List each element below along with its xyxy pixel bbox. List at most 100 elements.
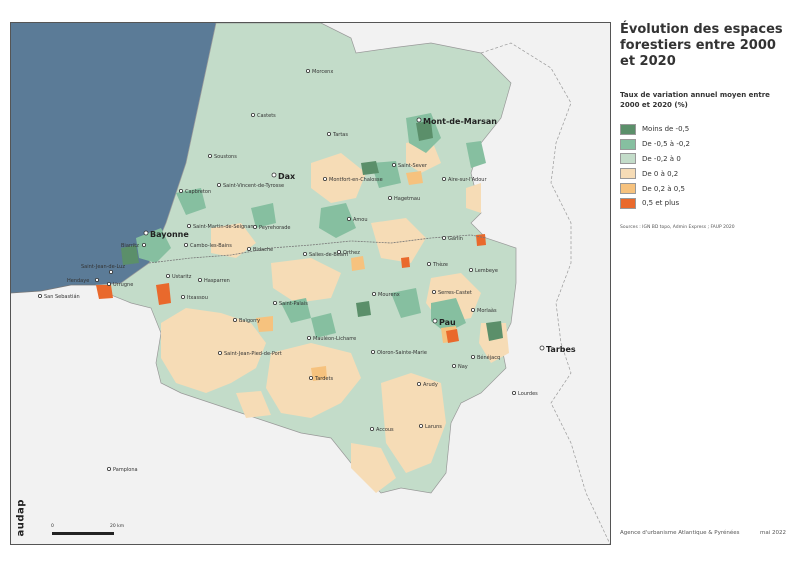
city-label: Saint-Palais [279, 301, 308, 307]
city-marker [37, 293, 42, 298]
city-marker [141, 242, 146, 247]
city-label: Itxassou [187, 295, 208, 301]
city-label: Bidache [253, 247, 273, 253]
city-marker [143, 230, 149, 236]
city-label: Castets [257, 113, 276, 119]
legend-swatch [620, 168, 636, 180]
city-marker [387, 195, 392, 200]
city-label: Saint-Jean-de-Luz [81, 264, 125, 270]
city-marker [165, 273, 170, 278]
city-label: Amou [353, 217, 368, 223]
map-frame: Morcenx Castets Tartas Mont-de-Marsan So… [10, 22, 611, 545]
legend-item: Moins de -0,5 [620, 122, 795, 137]
city-marker [180, 294, 185, 299]
city-label: Pau [439, 318, 456, 327]
city-marker [107, 281, 112, 286]
city-label: Aire-sur-l'Adour [448, 177, 487, 183]
city-label: Lourdes [518, 391, 538, 397]
forest-change-map: Morcenx Castets Tartas Mont-de-Marsan So… [11, 23, 610, 544]
city-label: Cambo-les-Bains [190, 243, 232, 249]
city-label: Oloron-Sainte-Marie [377, 350, 427, 356]
city-marker [432, 318, 438, 324]
city-label: San Sebastián [44, 293, 80, 300]
legend-item: De 0 à 0,2 [620, 166, 795, 181]
city-label: Arudy [423, 382, 438, 388]
city-label: Nay [458, 364, 468, 370]
city-marker [186, 223, 191, 228]
city-label: Morlaàs [477, 307, 497, 314]
city-label: Capbreton [185, 189, 211, 195]
footer-date: mai 2022 [760, 530, 787, 536]
city-marker [416, 381, 421, 386]
city-marker [416, 117, 422, 123]
city-marker [178, 188, 183, 193]
city-marker [468, 267, 473, 272]
city-marker [470, 307, 475, 312]
city-marker [470, 354, 475, 359]
city-marker [441, 176, 446, 181]
city-marker [431, 289, 436, 294]
city-marker [246, 246, 251, 251]
scale-end-label: 20 km [110, 524, 125, 529]
city-marker [511, 390, 516, 395]
city-marker [250, 113, 255, 118]
city-marker [426, 261, 431, 266]
city-label: Serres-Castet [438, 290, 472, 296]
legend-item: De -0,2 à 0 [620, 152, 795, 167]
city-label: Saint-Martin-de-Seignanx [193, 224, 257, 230]
city-marker [370, 349, 375, 354]
city-marker [322, 176, 327, 181]
city-label: Bénéjacq [477, 354, 500, 361]
legend-swatch [620, 183, 636, 195]
scale-bar-line [52, 532, 114, 535]
city-marker [369, 426, 374, 431]
city-marker [197, 277, 202, 282]
city-marker [207, 153, 212, 158]
city-marker [109, 269, 114, 274]
legend-label: De -0,2 à 0 [642, 154, 681, 163]
scale-start-label: 0 [51, 524, 54, 529]
city-marker [326, 132, 331, 137]
city-label: Morcenx [312, 69, 333, 75]
legend-label: Moins de -0,5 [642, 125, 690, 134]
source-note: Sources : IGN BD topo, Admin Express ; F… [620, 225, 735, 230]
city-label: Biarritz [121, 243, 139, 249]
city-marker [252, 224, 257, 229]
city-label: Saint-Jean-Pied-de-Port [224, 351, 282, 357]
city-marker [539, 345, 545, 351]
city-marker [451, 363, 456, 368]
city-label: Garlin [448, 236, 463, 242]
legend-label: 0,5 et plus [642, 199, 680, 208]
city-label: Montfort-en-Chalosse [329, 177, 383, 183]
city-marker [216, 182, 221, 187]
city-marker [308, 375, 313, 380]
city-marker [107, 466, 112, 471]
legend-title: Taux de variation annuel moyen entre 200… [620, 91, 770, 109]
footer-agency: Agence d'urbanisme Atlantique & Pyrénées [620, 530, 740, 536]
city-label: Mont-de-Marsan [423, 117, 497, 126]
city-label: Mourenx [378, 292, 400, 298]
legend-swatch [620, 197, 636, 209]
city-marker [441, 235, 446, 240]
city-marker [306, 335, 311, 340]
city-marker [346, 216, 351, 221]
city-label: Hagetmau [394, 196, 420, 202]
legend-label: De 0,2 à 0,5 [642, 184, 685, 193]
city-label: Laruns [425, 424, 442, 430]
city-label: Urrugne [113, 282, 133, 288]
city-label: Orthez [343, 250, 360, 256]
city-label: Soustons [214, 154, 237, 160]
city-label: Pamplona [113, 467, 138, 473]
city-label: Saint-Vincent-de-Tyrosse [223, 183, 284, 189]
city-marker [217, 350, 222, 355]
city-marker [305, 69, 310, 74]
city-marker [336, 249, 341, 254]
legend-label: De 0 à 0,2 [642, 169, 679, 178]
logo-text: audap [15, 499, 27, 537]
map-title: Évolution des espaces forestiers entre 2… [620, 22, 783, 69]
city-marker [418, 423, 423, 428]
city-label: Ustaritz [172, 274, 192, 280]
city-marker [371, 291, 376, 296]
legend-item: De -0,5 à -0,2 [620, 137, 795, 152]
legend-swatch [620, 138, 636, 150]
